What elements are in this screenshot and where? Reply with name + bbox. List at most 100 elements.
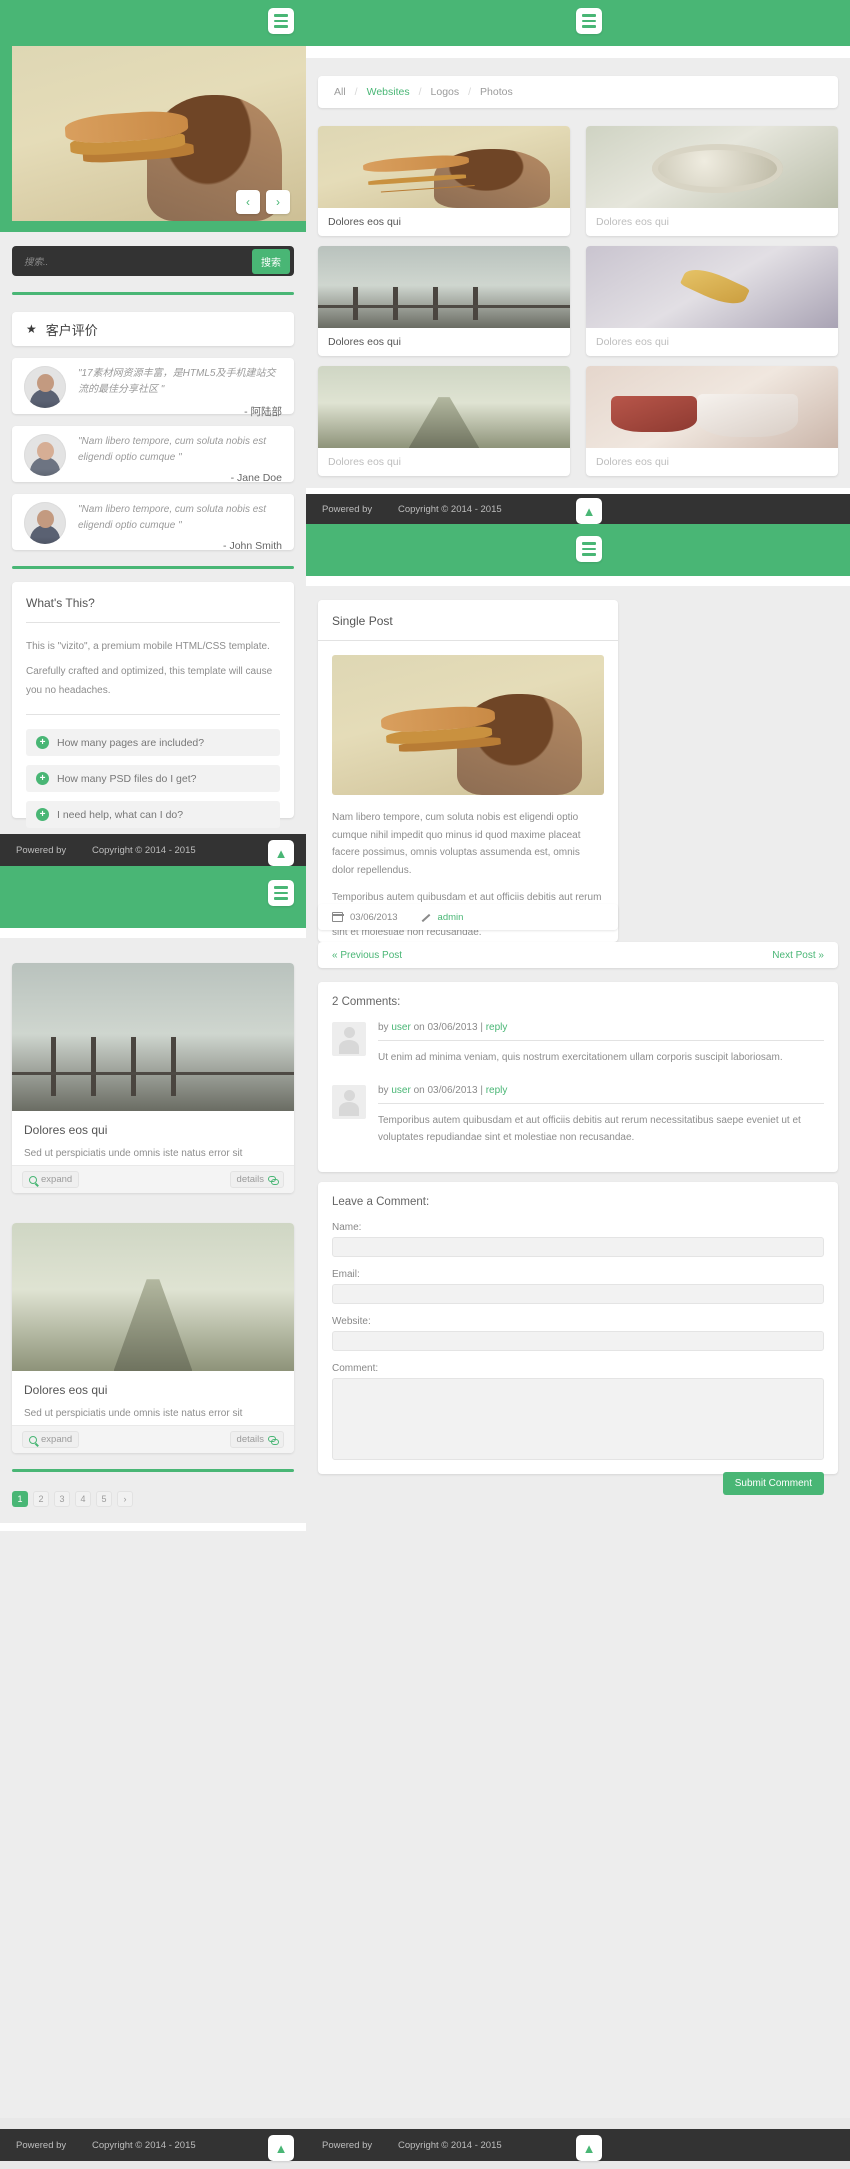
chevron-left-icon: ‹: [246, 195, 250, 209]
email-field[interactable]: [332, 1284, 824, 1304]
gallery-item[interactable]: Dolores eos qui: [586, 366, 838, 476]
slider-next-button[interactable]: ›: [266, 190, 290, 214]
footer-content: Powered by Copyright © 2014 - 2015: [0, 2129, 306, 2161]
comment-user[interactable]: user: [391, 1022, 410, 1033]
filter-photos[interactable]: Photos: [480, 86, 513, 98]
single-post-card: Single Post Nam libero tempore, cum solu…: [318, 600, 618, 942]
spacer: [0, 928, 306, 938]
expand-button[interactable]: expand: [22, 1431, 80, 1448]
details-button[interactable]: details: [229, 1171, 284, 1188]
expand-label: expand: [41, 1434, 73, 1445]
scroll-to-top-button[interactable]: ▲: [268, 2135, 294, 2161]
testimonial-item: "Nam libero tempore, cum soluta nobis es…: [12, 426, 294, 484]
comment-body: Temporibus autem quibusdam et aut offici…: [378, 1114, 801, 1144]
expand-button[interactable]: expand: [22, 1171, 80, 1188]
testimonials-heading-card: ★ 客户评价: [12, 312, 294, 346]
blog-title[interactable]: Dolores eos qui: [24, 1123, 282, 1137]
spacer: [306, 576, 850, 586]
pagination-next[interactable]: ›: [117, 1491, 133, 1507]
filter-logos[interactable]: Logos: [431, 86, 460, 98]
footer-copyright: Copyright © 2014 - 2015: [92, 2139, 196, 2151]
scroll-to-top-button[interactable]: ▲: [268, 840, 294, 866]
menu-button-gallery[interactable]: [576, 8, 602, 34]
faq-item[interactable]: + I need help, what can I do?: [26, 801, 280, 828]
blog-title[interactable]: Dolores eos qui: [24, 1383, 282, 1397]
submit-comment-button[interactable]: Submit Comment: [722, 1472, 824, 1495]
comment-by: by: [378, 1022, 389, 1033]
filter-all[interactable]: All: [334, 86, 346, 98]
search-input[interactable]: 搜索..: [12, 254, 252, 268]
comments-card: 2 Comments: by user on 03/06/2013 | repl…: [318, 982, 838, 1172]
gallery-item[interactable]: Dolores eos qui: [318, 366, 570, 476]
gallery-item[interactable]: Dolores eos qui: [318, 126, 570, 236]
gallery-thumb: [318, 366, 570, 448]
next-post-link[interactable]: Next Post »: [772, 950, 824, 961]
green-divider: [12, 292, 294, 295]
comment-date: 03/06/2013: [427, 1022, 478, 1033]
comment-user[interactable]: user: [391, 1085, 410, 1096]
gallery-caption: Dolores eos qui: [596, 336, 669, 348]
pagination-page[interactable]: 3: [54, 1491, 70, 1507]
faq-label: How many PSD files do I get?: [57, 772, 197, 785]
previous-post-link[interactable]: « Previous Post: [332, 950, 402, 961]
menu-button-footer[interactable]: [268, 880, 294, 906]
hero-slider-image[interactable]: [12, 46, 306, 221]
search-button[interactable]: 搜索: [252, 248, 290, 274]
menu-button-footer[interactable]: [576, 536, 602, 562]
divider: [26, 714, 280, 715]
comment-textarea[interactable]: [332, 1378, 824, 1460]
website-field[interactable]: [332, 1331, 824, 1351]
gallery-header: [306, 0, 850, 46]
comment-byline: by user on 03/06/2013 | reply: [378, 1022, 824, 1033]
about-paragraph: This is "vizito", a premium mobile HTML/…: [26, 641, 270, 652]
pagination-page[interactable]: 4: [75, 1491, 91, 1507]
home-body: 搜索.. 搜索 ★ 客户评价 "17素材网资源丰富，是HTML5及手机建站交流的…: [0, 232, 306, 834]
blog-image[interactable]: [12, 963, 294, 1111]
testimonial-quote: "Nam libero tempore, cum soluta nobis es…: [78, 504, 267, 531]
pagination-page[interactable]: 5: [96, 1491, 112, 1507]
website-label: Website:: [332, 1316, 371, 1327]
details-button[interactable]: details: [229, 1431, 284, 1448]
gallery-pane: All / Websites / Logos / Photos Dolores …: [306, 58, 850, 488]
comment-body: Ut enim ad minima veniam, quis nostrum e…: [378, 1052, 783, 1063]
single-post-pane: Single Post Nam libero tempore, cum solu…: [306, 586, 850, 2118]
divider: [378, 1102, 824, 1104]
separator: /: [468, 86, 472, 98]
comment-label: Comment:: [332, 1363, 379, 1374]
blog-actions: expand details: [12, 1165, 294, 1193]
scroll-to-top-button[interactable]: ▲: [576, 498, 602, 524]
pagination[interactable]: 1 2 3 4 5 ›: [12, 1491, 133, 1507]
avatar: [24, 366, 66, 408]
comment-reply-link[interactable]: reply: [486, 1085, 508, 1096]
filter-websites[interactable]: Websites: [367, 86, 410, 98]
blog-image[interactable]: [12, 1223, 294, 1371]
scroll-to-top-button[interactable]: ▲: [576, 2135, 602, 2161]
pagination-current[interactable]: 1: [12, 1491, 28, 1507]
slider-prev-button[interactable]: ‹: [236, 190, 260, 214]
post-author[interactable]: admin: [438, 912, 464, 923]
comment-byline: by user on 03/06/2013 | reply: [378, 1085, 824, 1096]
faq-item[interactable]: + How many PSD files do I get?: [26, 765, 280, 792]
blog-actions: expand details: [12, 1425, 294, 1453]
name-field[interactable]: [332, 1237, 824, 1257]
footer-green-band: [306, 524, 850, 576]
testimonials-heading: 客户评价: [45, 322, 98, 338]
plus-icon: +: [36, 772, 49, 785]
divider: [378, 1040, 824, 1041]
gallery-item[interactable]: Dolores eos qui: [586, 126, 838, 236]
details-label: details: [236, 1434, 264, 1445]
pagination-page[interactable]: 2: [33, 1491, 49, 1507]
hamburger-menu-icon: [274, 14, 288, 17]
single-post-image[interactable]: [332, 655, 604, 795]
footer-content: Powered by Copyright © 2014 - 2015: [0, 834, 306, 866]
faq-item[interactable]: + How many pages are included?: [26, 729, 280, 756]
separator: /: [354, 86, 358, 98]
comment-reply-link[interactable]: reply: [486, 1022, 508, 1033]
gallery-thumb: [586, 246, 838, 328]
gallery-thumb: [586, 366, 838, 448]
gallery-item[interactable]: Dolores eos qui: [318, 246, 570, 356]
search-bar[interactable]: 搜索.. 搜索: [12, 246, 294, 276]
gallery-caption: Dolores eos qui: [328, 456, 401, 468]
gallery-item[interactable]: Dolores eos qui: [586, 246, 838, 356]
menu-button-home[interactable]: [268, 8, 294, 34]
